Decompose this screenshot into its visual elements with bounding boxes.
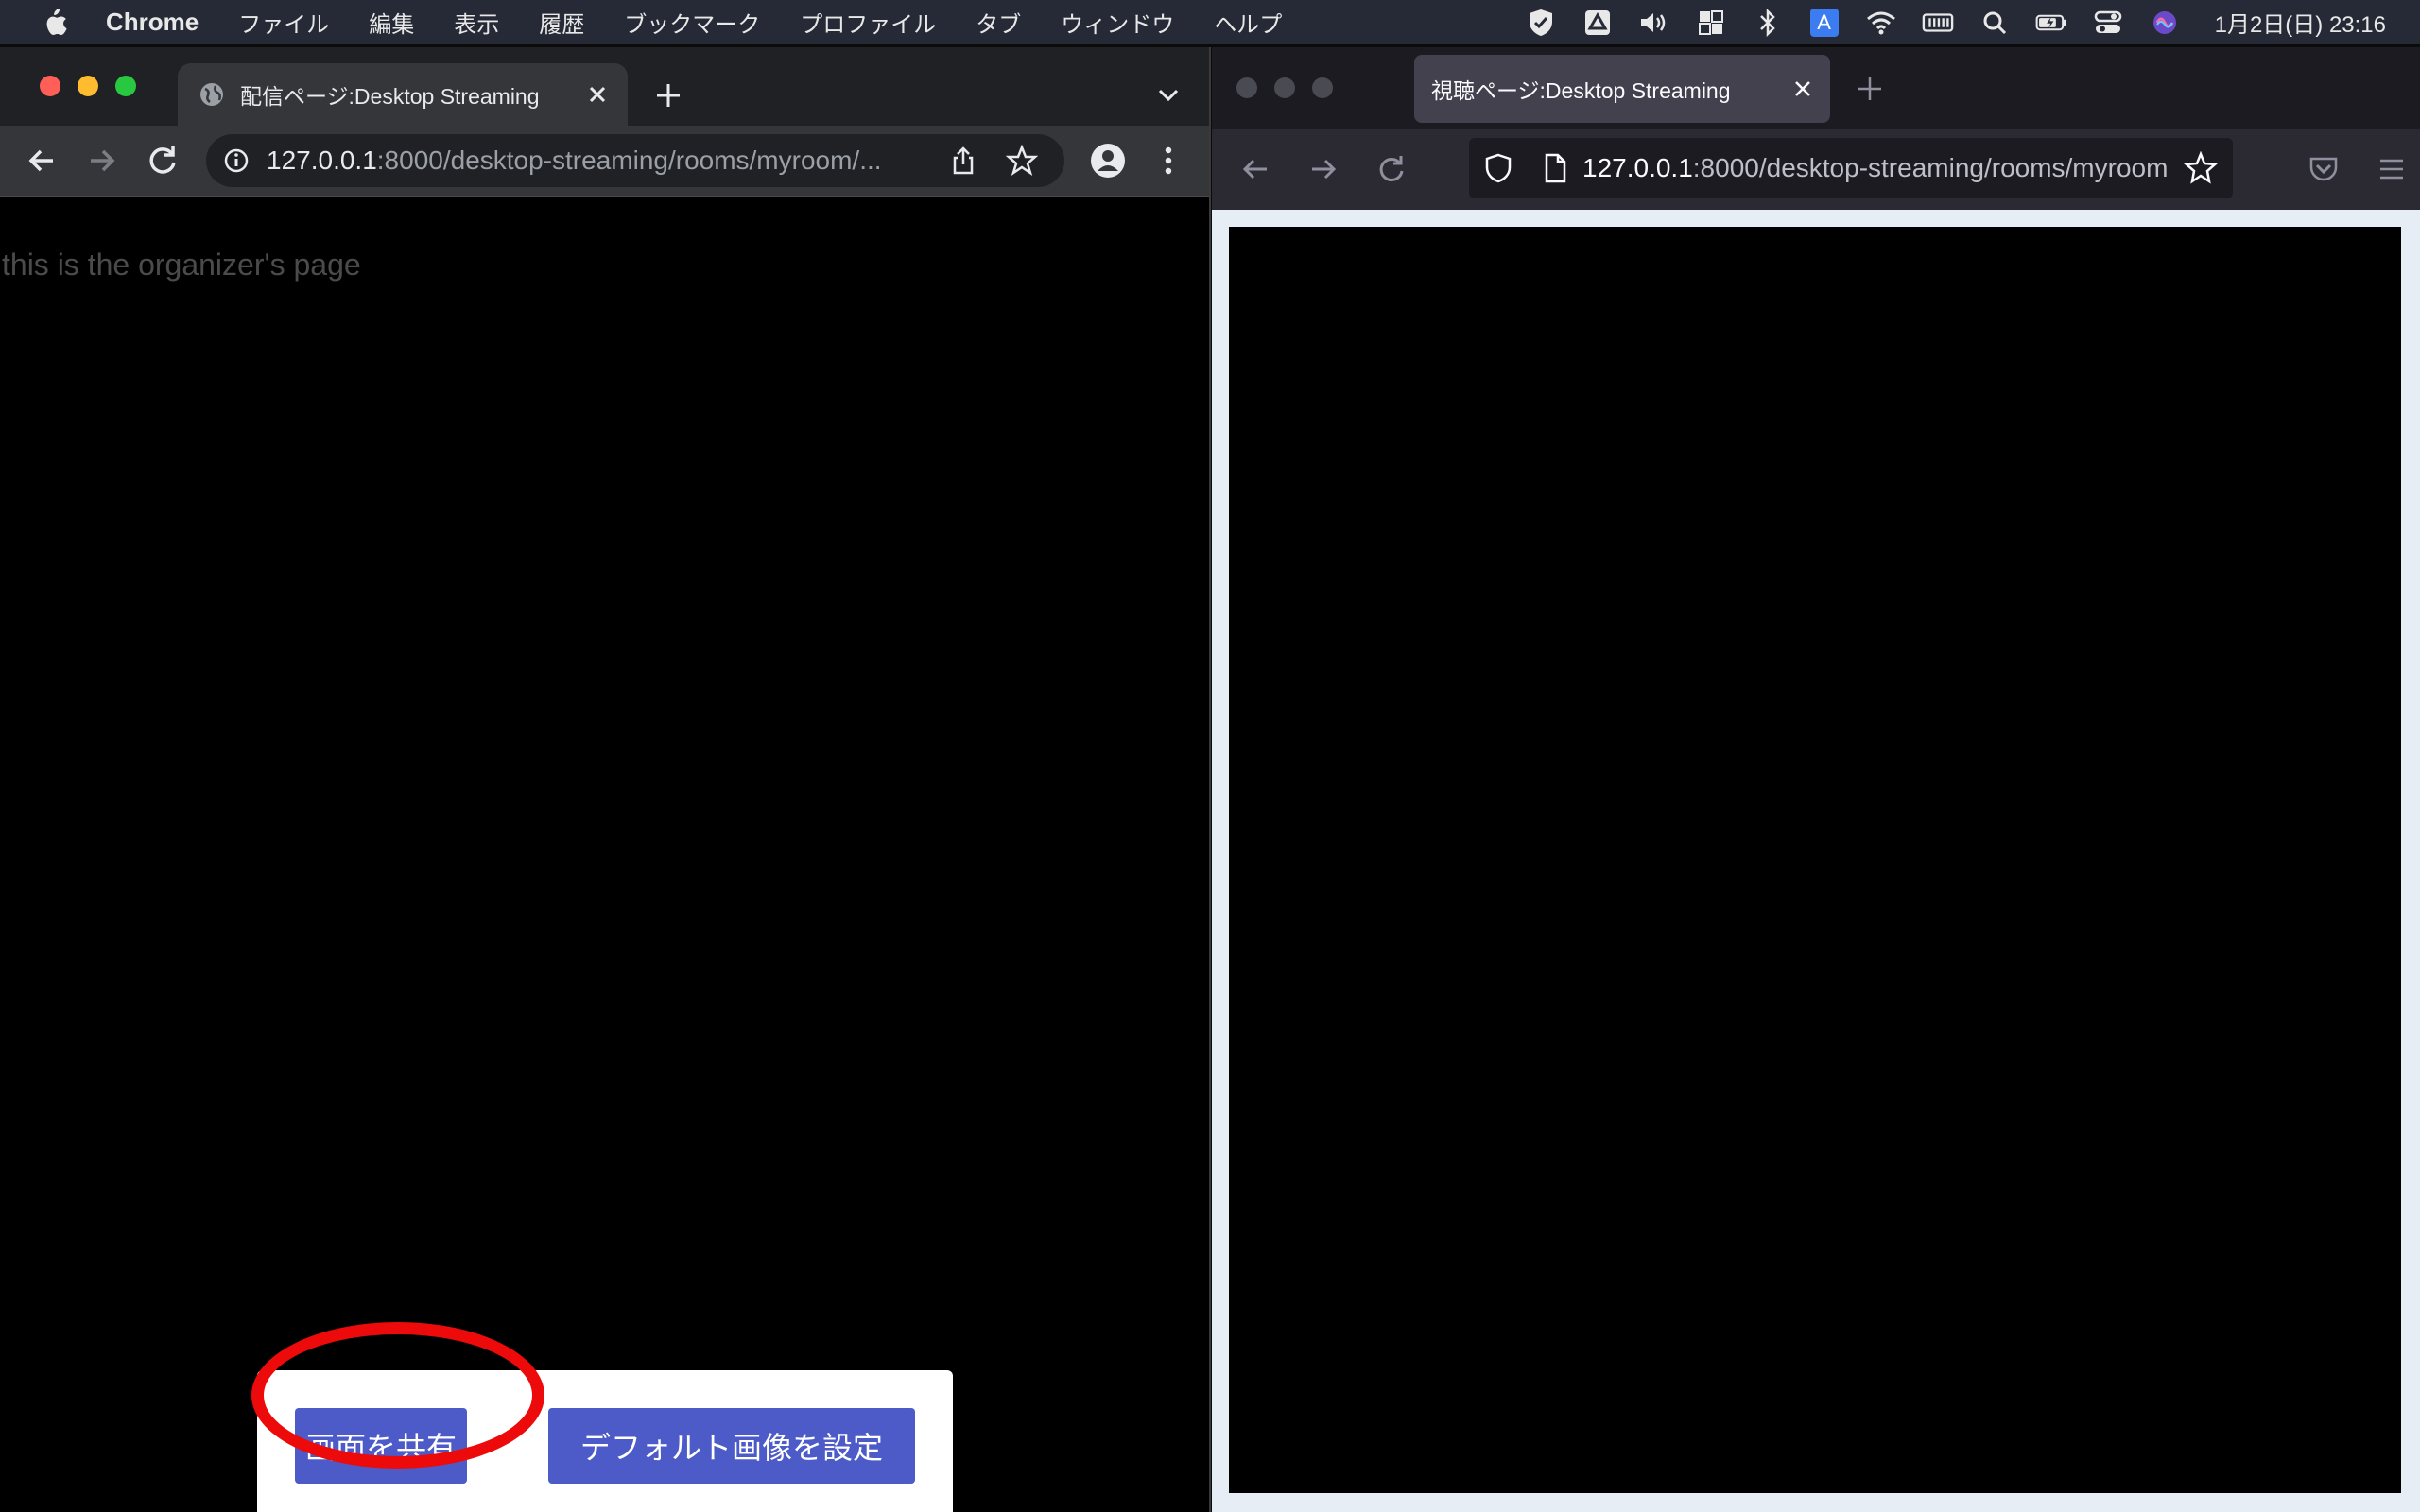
pocket-icon[interactable] — [2307, 152, 2341, 186]
set-default-image-button[interactable]: デフォルト画像を設定 — [548, 1408, 915, 1484]
url-host: 127.0.0.1 — [267, 146, 377, 175]
close-window-button[interactable] — [40, 76, 60, 96]
url-path: :8000/desktop-streaming/rooms/myroom — [1692, 153, 2169, 182]
chrome-url-text: 127.0.0.1:8000/desktop-streaming/rooms/m… — [267, 146, 947, 176]
firefox-window: 視聴ページ:Desktop Streaming 127.0.0.1:8000/d… — [1212, 47, 2420, 1512]
menu-bookmarks[interactable]: ブックマーク — [624, 6, 760, 39]
chrome-tab-title: 配信ページ:Desktop Streaming — [240, 84, 540, 109]
menu-profiles[interactable]: プロファイル — [800, 6, 936, 39]
close-window-button-inactive[interactable] — [1236, 77, 1257, 98]
menu-history[interactable]: 履歴 — [539, 6, 584, 39]
wifi-icon[interactable] — [1865, 7, 1897, 39]
kebab-menu-icon[interactable] — [1150, 142, 1187, 180]
control-center-icon[interactable] — [2092, 7, 2124, 39]
close-tab-icon[interactable] — [1792, 78, 1813, 99]
reload-icon[interactable] — [144, 142, 182, 180]
forward-arrow-icon[interactable] — [1306, 152, 1340, 186]
back-arrow-icon[interactable] — [1238, 152, 1272, 186]
back-arrow-icon[interactable] — [23, 142, 60, 180]
site-info-icon[interactable] — [223, 147, 250, 174]
spotlight-search-icon[interactable] — [1979, 7, 2011, 39]
hamburger-menu-icon[interactable] — [2375, 152, 2409, 186]
shield-check-icon[interactable] — [1525, 7, 1557, 39]
new-tab-icon[interactable] — [652, 79, 684, 112]
chrome-window: 配信ページ:Desktop Streaming 127.0.0.1:8000/d… — [0, 47, 1211, 1512]
input-source-label: A — [1809, 8, 1839, 37]
bookmark-star-icon[interactable] — [1006, 145, 1038, 177]
forward-arrow-icon[interactable] — [83, 142, 121, 180]
zoom-window-button-inactive[interactable] — [1312, 77, 1333, 98]
chrome-tab-strip: 配信ページ:Desktop Streaming — [0, 47, 1209, 126]
firefox-address-bar[interactable]: 127.0.0.1:8000/desktop-streaming/rooms/m… — [1469, 138, 2233, 198]
apple-icon[interactable] — [42, 7, 68, 39]
menu-bar-status-area: A 1月2日(日) 23:16 — [1525, 0, 2420, 44]
chrome-toolbar: 127.0.0.1:8000/desktop-streaming/rooms/m… — [0, 126, 1209, 197]
firefox-tab-viewer[interactable]: 視聴ページ:Desktop Streaming — [1414, 55, 1830, 123]
reload-icon[interactable] — [1374, 152, 1409, 186]
input-source-icon[interactable]: A — [1808, 7, 1841, 39]
window-layout-icon[interactable] — [1695, 7, 1727, 39]
bluetooth-icon[interactable] — [1752, 7, 1784, 39]
zoom-window-button[interactable] — [115, 76, 136, 96]
profile-avatar-icon[interactable] — [1089, 142, 1127, 180]
battery-charging-icon[interactable] — [2035, 7, 2067, 39]
chrome-tab-organizer[interactable]: 配信ページ:Desktop Streaming — [178, 63, 628, 126]
bookmark-star-icon[interactable] — [2184, 151, 2218, 185]
menu-view[interactable]: 表示 — [454, 6, 499, 39]
control-button-panel: 画面を共有 デフォルト画像を設定 — [257, 1370, 953, 1512]
viewer-video-area — [1229, 227, 2401, 1493]
menu-edit[interactable]: 編集 — [369, 6, 414, 39]
minimize-window-button[interactable] — [78, 76, 98, 96]
organizer-page-text: this is the organizer's page — [2, 248, 361, 282]
menu-help[interactable]: ヘルプ — [1214, 6, 1282, 39]
menu-file[interactable]: ファイル — [238, 6, 329, 39]
url-path: :8000/desktop-streaming/rooms/myroom/... — [376, 146, 882, 175]
url-host: 127.0.0.1 — [1582, 153, 1693, 182]
close-tab-icon[interactable] — [586, 83, 609, 106]
tracking-protection-shield-icon[interactable] — [1482, 152, 1514, 184]
menu-bar-clock[interactable]: 1月2日(日) 23:16 — [2215, 6, 2386, 39]
menu-app-name[interactable]: Chrome — [106, 8, 199, 37]
firefox-toolbar: 127.0.0.1:8000/desktop-streaming/rooms/m… — [1212, 129, 2420, 210]
chrome-page-content: this is the organizer's page 画面を共有 デフォルト… — [0, 197, 1209, 1512]
menu-tab[interactable]: タブ — [976, 6, 1021, 39]
firefox-tab-strip: 視聴ページ:Desktop Streaming — [1212, 47, 2420, 129]
minimize-window-button-inactive[interactable] — [1274, 77, 1295, 98]
chrome-address-bar[interactable]: 127.0.0.1:8000/desktop-streaming/rooms/m… — [206, 134, 1064, 187]
page-document-icon[interactable] — [1539, 152, 1571, 184]
siri-icon[interactable] — [2149, 7, 2181, 39]
chevron-down-icon[interactable] — [1155, 83, 1182, 106]
share-icon[interactable] — [947, 145, 979, 177]
volume-icon[interactable] — [1638, 7, 1670, 39]
share-screen-button[interactable]: 画面を共有 — [295, 1408, 467, 1484]
menu-window[interactable]: ウィンドウ — [1061, 6, 1174, 39]
memory-meter-icon[interactable] — [1922, 7, 1954, 39]
google-drive-icon[interactable] — [1582, 7, 1614, 39]
firefox-tab-title: 視聴ページ:Desktop Streaming — [1431, 78, 1731, 103]
globe-icon — [199, 81, 225, 108]
macos-menu-bar: Chrome ファイル 編集 表示 履歴 ブックマーク プロファイル タブ ウィ… — [0, 0, 2420, 44]
new-tab-icon[interactable] — [1855, 74, 1885, 104]
firefox-url-text: 127.0.0.1:8000/desktop-streaming/rooms/m… — [1582, 153, 2184, 183]
